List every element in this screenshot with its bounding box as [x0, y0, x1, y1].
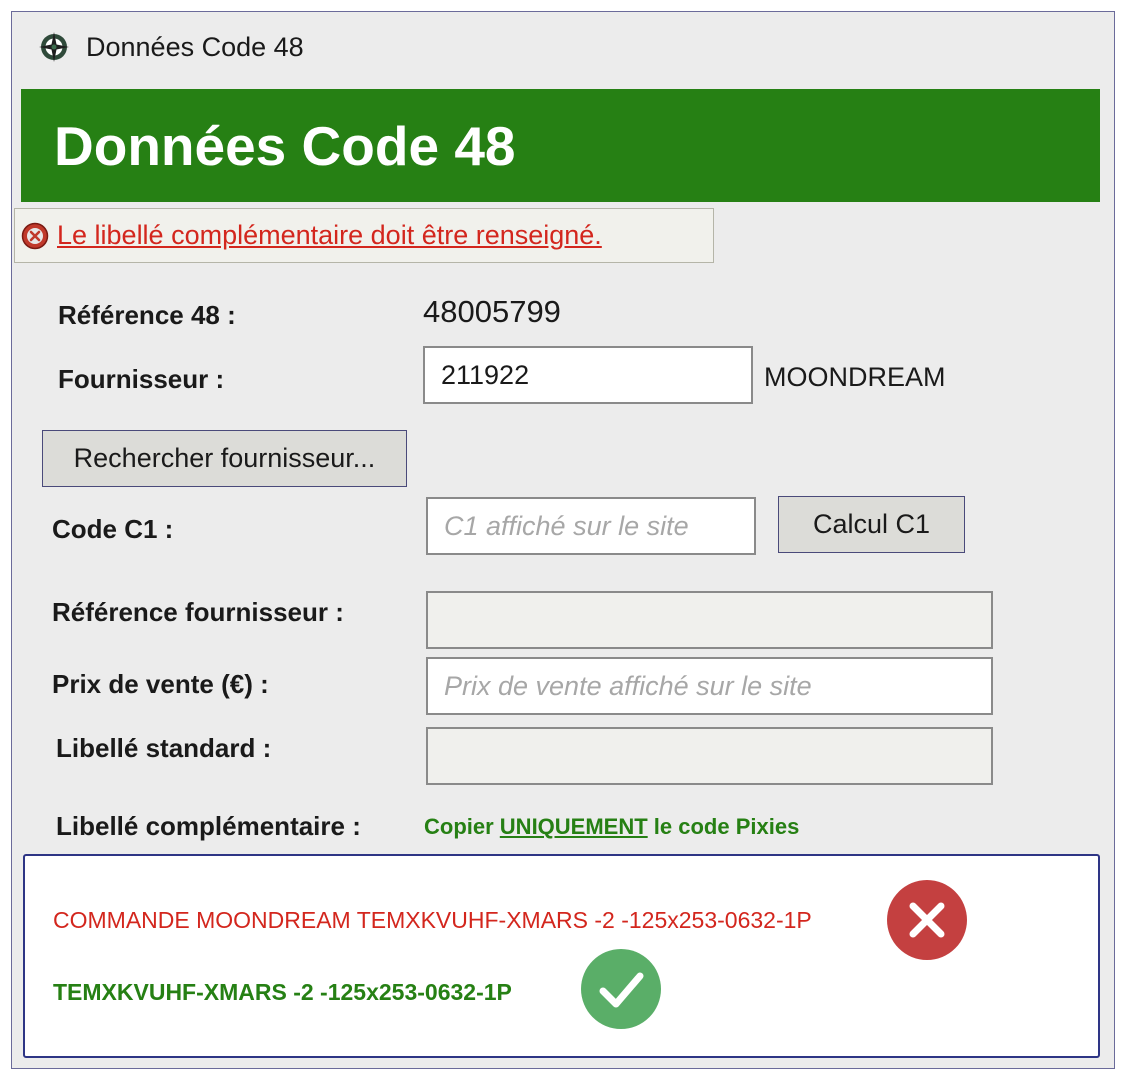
supplier-label: Fournisseur :: [58, 364, 225, 394]
supplier-reference-label: Référence fournisseur :: [52, 597, 344, 627]
standard-label-input[interactable]: [426, 727, 993, 785]
page-header: Données Code 48: [21, 89, 1100, 202]
bad-example-text: COMMANDE MOONDREAM TEMXKVUHF-XMARS -2 -1…: [53, 907, 812, 933]
dialog-window: Données Code 48 Données Code 48 Le libel…: [11, 11, 1115, 1069]
supplier-input[interactable]: [423, 346, 753, 404]
error-icon: [21, 222, 49, 249]
copy-hint-emphasis: UNIQUEMENT: [499, 814, 648, 839]
sale-price-label: Prix de vente (€) :: [52, 669, 269, 699]
supplier-reference-input[interactable]: [426, 591, 993, 649]
supplier-name: MOONDREAM: [764, 362, 946, 392]
copy-hint-suffix: le code Pixies: [647, 814, 800, 839]
error-summary: Le libellé complémentaire doit être rens…: [14, 208, 714, 263]
reference-48-label: Référence 48 :: [58, 300, 236, 330]
c1-code-label: Code C1 :: [52, 514, 174, 544]
copy-hint-prefix: Copier: [424, 814, 500, 839]
window-title: Données Code 48: [86, 31, 304, 62]
complementary-label-label: Libellé complémentaire :: [56, 811, 361, 841]
sale-price-input[interactable]: [426, 657, 993, 715]
c1-code-input[interactable]: [426, 497, 756, 555]
standard-label-label: Libellé standard :: [56, 733, 272, 763]
copy-hint: Copier UNIQUEMENT le code Pixies: [424, 814, 799, 840]
page-title: Données Code 48: [54, 114, 516, 177]
good-example-text: TEMXKVUHF-XMARS -2 -125x253-0632-1P: [53, 979, 512, 1005]
search-supplier-button[interactable]: Rechercher fournisseur...: [42, 430, 407, 487]
compass-icon: [39, 32, 69, 62]
check-circle-icon: [581, 949, 661, 1029]
calc-c1-button[interactable]: Calcul C1: [778, 496, 965, 553]
error-message-link[interactable]: Le libellé complémentaire doit être rens…: [57, 220, 602, 251]
title-bar: Données Code 48: [34, 30, 304, 64]
x-circle-icon: [887, 880, 967, 960]
reference-48-value: 48005799: [423, 294, 561, 329]
complementary-label-examples: COMMANDE MOONDREAM TEMXKVUHF-XMARS -2 -1…: [23, 854, 1100, 1058]
